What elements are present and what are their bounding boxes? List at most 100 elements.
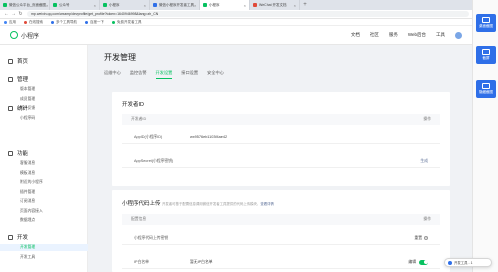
bookmark-label: 应用 <box>9 19 16 24</box>
browser-tab[interactable]: 微信小程序开发者工具 × <box>150 0 200 10</box>
upload-header-left: 配置信息 <box>131 217 147 221</box>
sidebar-item[interactable]: 数据埋点 <box>20 218 35 223</box>
forward-icon[interactable]: → <box>10 11 17 17</box>
manage-icon <box>8 76 13 82</box>
tab-favicon-icon <box>53 3 57 7</box>
tab-close-icon[interactable]: × <box>94 3 96 8</box>
right-toolbar-item[interactable]: 桌面截图 <box>476 14 496 32</box>
developer-id-card: 开发者ID 开发者ID 操作 AppID(小程序ID) wx9576eb1103… <box>112 92 450 186</box>
home-icon <box>8 58 13 64</box>
browser-tab-label: 公众号 <box>59 2 70 7</box>
reload-icon[interactable]: ↻ <box>17 11 24 17</box>
main-tab[interactable]: 开发设置 <box>155 70 173 79</box>
code-upload-desc-text: 开发者可基于配置信息调用微信开发者工具提供的代码上传模块， <box>162 202 261 206</box>
tab-close-icon[interactable]: × <box>46 3 48 8</box>
right-toolbar-item[interactable]: 隐藏截图 <box>476 80 496 98</box>
developer-id-header-left: 开发者ID <box>131 117 147 121</box>
sidebar-item[interactable]: 开发工具 <box>20 255 35 260</box>
ip-whitelist-label: IP白名单 <box>134 259 149 264</box>
tab-close-icon[interactable]: × <box>294 3 296 8</box>
bookmark-item[interactable]: 应用 <box>4 20 16 25</box>
sidebar-active-highlight <box>0 243 88 251</box>
tab-close-icon[interactable]: × <box>244 3 246 8</box>
right-toolbar-item[interactable]: 截屏 <box>476 46 496 64</box>
header-nav-item[interactable]: 工具 <box>436 32 445 38</box>
appid-row: AppID(小程序ID) wx9576eb1103f4ae42 <box>122 131 440 144</box>
screenshot-icon <box>482 49 490 55</box>
header-nav-item[interactable]: 社区 <box>370 32 379 38</box>
edit-ip-link[interactable]: 编辑 <box>408 260 416 265</box>
sidebar-group-label: 开发 <box>17 235 29 241</box>
generate-secret-link[interactable]: 生成 <box>420 159 428 164</box>
sidebar-item[interactable]: 客服消息 <box>20 161 35 166</box>
appid-label: AppID(小程序ID) <box>134 134 163 139</box>
code-upload-card: 小程序代码上传 开发者可基于配置信息调用微信开发者工具提供的代码上传模块，查看详… <box>112 190 450 272</box>
bookmark-label: 多个工具导航 <box>56 19 77 24</box>
sidebar-item[interactable]: 插件管理 <box>20 190 35 195</box>
browser-tab-label: 小程序 <box>109 2 120 7</box>
main-content: 开发管理 运维中心 监控告警 开发设置 接口设置 安全中心 <box>104 52 450 79</box>
sidebar-group-manage[interactable]: 管理 <box>8 75 28 83</box>
function-icon <box>8 150 13 156</box>
browser-tab[interactable]: 小程序 × <box>100 0 150 10</box>
sidebar-item[interactable]: 附近的小程序 <box>20 180 43 185</box>
floating-status-pill[interactable]: 开发工具 - 1 <box>444 258 492 267</box>
reset-key-link[interactable]: 重置 <box>414 236 422 241</box>
upload-key-label: 小程序代码上传密钥 <box>134 235 169 240</box>
sidebar-group-label: 首页 <box>17 59 29 65</box>
bookmark-item[interactable]: 免费开发者工具 <box>112 20 142 25</box>
tab-favicon-icon <box>3 3 7 7</box>
address-bar: ← → ↻ mp.weixin.qq.com/wxamp/devprofile/… <box>0 10 472 19</box>
browser-tab[interactable]: 公众号 × <box>50 0 100 10</box>
sidebar-group-code[interactable]: 开发 <box>8 233 28 241</box>
sidebar-item[interactable]: 页面内容接入 <box>20 209 43 214</box>
developer-id-title: 开发者ID <box>122 102 145 108</box>
avatar[interactable] <box>455 31 462 39</box>
sidebar-item[interactable]: 成员管理 <box>20 97 35 102</box>
browser-tab-label: 微信小程序开发者工具 <box>159 2 194 7</box>
browser-tab-label: 小程序 <box>209 2 220 7</box>
bookmarks-bar: 应用 在线搜索 多个工具导航 百度一下 免费开发者工具 <box>0 19 472 26</box>
url-input[interactable]: mp.weixin.qq.com/wxamp/devprofile/get_pr… <box>27 11 469 17</box>
sidebar-group-chart[interactable]: 统计 <box>8 104 28 112</box>
browser-tab[interactable]: WeChat 开发文档 × <box>250 0 300 10</box>
header-nav-item[interactable]: 服务 <box>389 32 398 38</box>
browser-tab-label: WeChat 开发文档 <box>259 2 287 7</box>
ip-whitelist-toggle[interactable] <box>419 259 428 265</box>
app-name: 小程序 <box>21 33 40 40</box>
main-tabs: 运维中心 监控告警 开发设置 接口设置 安全中心 <box>104 70 233 79</box>
sidebar-item[interactable]: 模板消息 <box>20 171 35 176</box>
app-logo[interactable]: 小程序 <box>10 31 39 40</box>
tab-close-icon[interactable]: × <box>194 3 196 8</box>
bookmark-item[interactable]: 在线搜索 <box>24 20 43 25</box>
header-nav-item[interactable]: Web后台 <box>408 32 426 38</box>
tab-favicon-icon <box>153 3 157 7</box>
main-tab[interactable]: 接口设置 <box>181 70 198 79</box>
bookmark-icon <box>51 20 54 24</box>
sidebar-group-function[interactable]: 功能 <box>8 149 28 157</box>
bookmark-item[interactable]: 百度一下 <box>85 20 104 25</box>
tab-favicon-icon <box>103 3 107 7</box>
sidebar-item[interactable]: 开发管理 <box>20 245 35 250</box>
browser-tab[interactable]: 微信公众平台_页面截图 × <box>0 0 50 10</box>
sidebar-item[interactable]: 订阅消息 <box>20 199 35 204</box>
main-tab[interactable]: 运维中心 <box>104 70 121 79</box>
sidebar-group-home[interactable]: 首页 <box>8 57 28 65</box>
help-icon[interactable]: ? <box>424 236 428 240</box>
bookmark-icon <box>112 20 115 24</box>
app-header: 小程序 文档 社区 服务 Web后台 工具 <box>0 26 472 45</box>
main-tab[interactable]: 监控告警 <box>130 70 147 79</box>
main-tab[interactable]: 安全中心 <box>207 70 224 79</box>
chart-icon <box>8 105 13 111</box>
browser-tab[interactable]: 小程序 × <box>200 0 250 10</box>
developer-id-table-header: 开发者ID 操作 <box>122 114 440 125</box>
header-nav-item[interactable]: 文档 <box>351 32 360 38</box>
right-toolbar-label: 隐藏截图 <box>479 90 493 94</box>
bookmark-item[interactable]: 多个工具导航 <box>51 20 77 25</box>
tab-close-icon[interactable]: × <box>144 3 146 8</box>
new-tab-icon[interactable]: + <box>300 0 310 10</box>
code-upload-detail-link[interactable]: 查看详情 <box>260 202 274 206</box>
sidebar-item[interactable]: 版本管理 <box>20 87 35 92</box>
back-icon[interactable]: ← <box>3 11 10 17</box>
sidebar-item[interactable]: 小程序码 <box>20 116 35 121</box>
